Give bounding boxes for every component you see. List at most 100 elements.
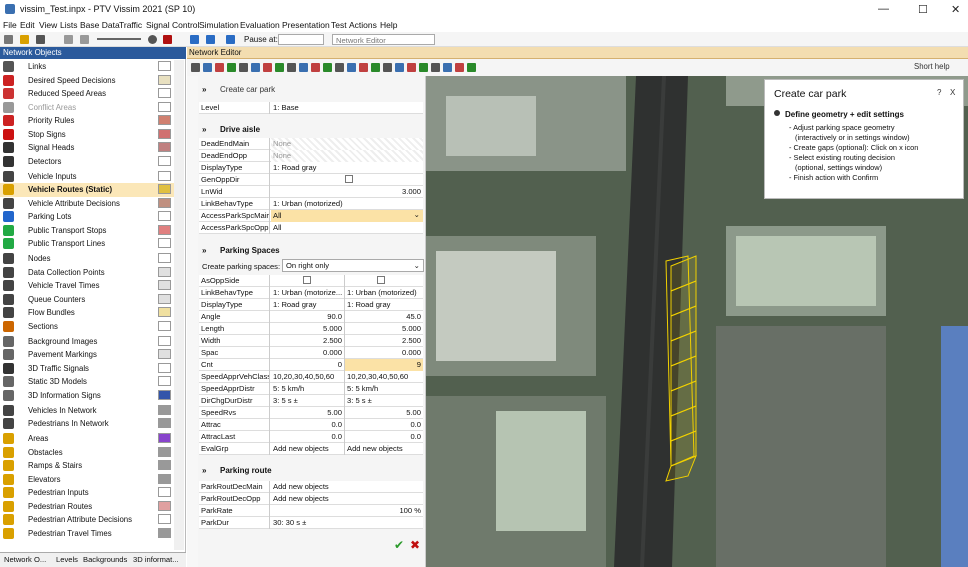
network-object-item[interactable]: Sections (0, 320, 174, 334)
hand-icon[interactable] (299, 63, 308, 72)
menu-signal-control[interactable]: Signal Control (146, 20, 199, 30)
network-object-item[interactable]: Queue Counters (0, 293, 174, 307)
pan-up-icon[interactable] (395, 63, 404, 72)
menu-traffic[interactable]: Traffic (119, 20, 142, 30)
network-object-item[interactable]: Vehicle Routes (Static) (0, 183, 174, 197)
property-row[interactable]: AccessParkSpcMain All ⌄ (199, 210, 423, 222)
network-object-item[interactable]: Pedestrian Travel Times (0, 527, 174, 541)
tab-levels[interactable]: Levels (56, 555, 78, 564)
property-value[interactable]: 45.0 (345, 311, 423, 323)
editor-select[interactable]: Network Editor (332, 34, 435, 45)
property-value[interactable]: 1: Urban (motorized) (271, 198, 423, 210)
globe-icon[interactable] (227, 63, 236, 72)
network-object-style-swatch[interactable] (158, 128, 171, 139)
chevron-down-icon[interactable]: ⌄ (414, 210, 420, 219)
network-object-style-swatch[interactable] (158, 211, 171, 221)
property-value[interactable]: 9 (345, 359, 423, 371)
back-icon[interactable] (347, 63, 356, 72)
play-icon[interactable] (190, 35, 199, 44)
save-icon[interactable] (36, 35, 45, 44)
property-value[interactable] (345, 275, 423, 287)
property-value[interactable]: 5.000 (271, 323, 345, 335)
layers-icon[interactable] (239, 63, 248, 72)
network-object-item[interactable]: Vehicles In Network (0, 404, 174, 418)
menu-edit[interactable]: Edit (20, 20, 35, 30)
car-park-overlay[interactable] (665, 255, 697, 482)
property-row[interactable]: Attrac 0.0 0.0 (199, 419, 423, 431)
network-object-style-swatch[interactable] (158, 307, 171, 317)
as-opp-side-checkbox[interactable] (303, 276, 311, 284)
menu-test[interactable]: Test (331, 20, 347, 30)
property-value[interactable]: Add new objects (271, 481, 423, 493)
property-row[interactable]: SpeedRvs 5.00 5.00 (199, 407, 423, 419)
property-value[interactable] (271, 275, 345, 287)
parking-spaces-section[interactable]: » Parking Spaces (198, 243, 426, 259)
fullscreen-icon[interactable] (455, 63, 464, 72)
property-value[interactable]: 10,20,30,40,50,60 (345, 371, 423, 383)
property-row[interactable]: LnWid 3.000 (199, 186, 423, 198)
property-value[interactable] (271, 174, 423, 186)
property-row[interactable]: DisplayType 1: Road gray (199, 162, 423, 174)
network-object-style-swatch[interactable] (158, 500, 171, 511)
network-object-item[interactable]: Vehicle Travel Times (0, 279, 174, 293)
network-object-style-swatch[interactable] (158, 238, 171, 248)
help-question-button[interactable]: ? (937, 88, 941, 97)
maximize-button[interactable]: ☐ (918, 3, 928, 16)
select-icon[interactable] (419, 63, 428, 72)
property-row[interactable]: DeadEndMain None (199, 138, 423, 150)
property-value[interactable]: None (271, 138, 423, 150)
menu-view[interactable]: View (39, 20, 57, 30)
network-object-item[interactable]: Ramps & Stairs (0, 459, 174, 473)
zoom-fit-icon[interactable] (335, 63, 344, 72)
property-value[interactable]: 1: Road gray (345, 299, 423, 311)
network-object-style-swatch[interactable] (158, 224, 171, 235)
network-object-item[interactable]: Vehicle Attribute Decisions (0, 197, 174, 211)
as-opp-side-checkbox[interactable] (377, 276, 385, 284)
network-object-style-swatch[interactable] (158, 404, 171, 415)
network-object-item[interactable]: Public Transport Lines (0, 237, 174, 251)
network-object-style-swatch[interactable] (158, 88, 171, 98)
property-row[interactable]: Spac 0.000 0.000 (199, 347, 423, 359)
network-object-item[interactable]: Nodes (0, 252, 174, 266)
property-row[interactable]: LinkBehavType 1: Urban (motorized) (199, 198, 423, 210)
drive-aisle-section[interactable]: » Drive aisle (198, 122, 426, 138)
network-object-item[interactable]: Background Images (0, 335, 174, 349)
network-object-style-swatch[interactable] (158, 266, 171, 277)
left-scrollbar[interactable] (174, 60, 184, 550)
property-row[interactable]: LinkBehavType 1: Urban (motorize... 1: Urb… (199, 287, 423, 299)
parking-route-section[interactable]: » Parking route (198, 463, 426, 479)
property-row[interactable]: GenOppDir (199, 174, 423, 186)
network-object-item[interactable]: Reduced Speed Areas (0, 87, 174, 101)
network-object-item[interactable]: Parking Lots (0, 210, 174, 224)
property-value[interactable]: 0.0 (345, 431, 423, 443)
network-object-item[interactable]: Public Transport Stops (0, 224, 174, 238)
network-object-style-swatch[interactable] (158, 349, 171, 359)
pencil-icon[interactable] (215, 63, 224, 72)
property-value[interactable]: 0.0 (271, 431, 345, 443)
menu-help[interactable]: Help (380, 20, 397, 30)
confirm-button[interactable]: ✔ (394, 538, 404, 552)
network-object-item[interactable]: Obstacles (0, 446, 174, 460)
network-object-item[interactable]: Vehicle Inputs (0, 170, 174, 184)
tab-network-objects[interactable]: Network O... (4, 555, 46, 564)
pause-at-input[interactable] (278, 34, 324, 45)
list-icon[interactable] (191, 63, 200, 72)
network-object-style-swatch[interactable] (158, 155, 171, 166)
property-row[interactable]: DeadEndOpp None (199, 150, 423, 162)
network-object-style-swatch[interactable] (158, 170, 171, 181)
property-row[interactable]: DisplayType 1: Road gray 1: Road gray (199, 299, 423, 311)
network-object-style-swatch[interactable] (158, 460, 171, 470)
help-close-button[interactable]: X (950, 88, 955, 97)
property-value[interactable]: 30: 30 s ± (271, 517, 423, 529)
property-row[interactable]: AttracLast 0.0 0.0 (199, 431, 423, 443)
network-object-item[interactable]: 3D Information Signs (0, 389, 174, 403)
property-value[interactable]: Add new objects (345, 443, 423, 455)
create-spaces-select[interactable]: On right only ⌄ (282, 259, 424, 272)
tab-3d-information[interactable]: 3D informat... (133, 555, 179, 564)
property-value[interactable]: 5.00 (271, 407, 345, 419)
property-value[interactable]: 3: 5 s ± (345, 395, 423, 407)
network-object-style-swatch[interactable] (158, 433, 171, 443)
network-object-item[interactable]: Links (0, 60, 174, 74)
property-value[interactable]: 0 (271, 359, 345, 371)
property-value[interactable]: 0.0 (271, 419, 345, 431)
